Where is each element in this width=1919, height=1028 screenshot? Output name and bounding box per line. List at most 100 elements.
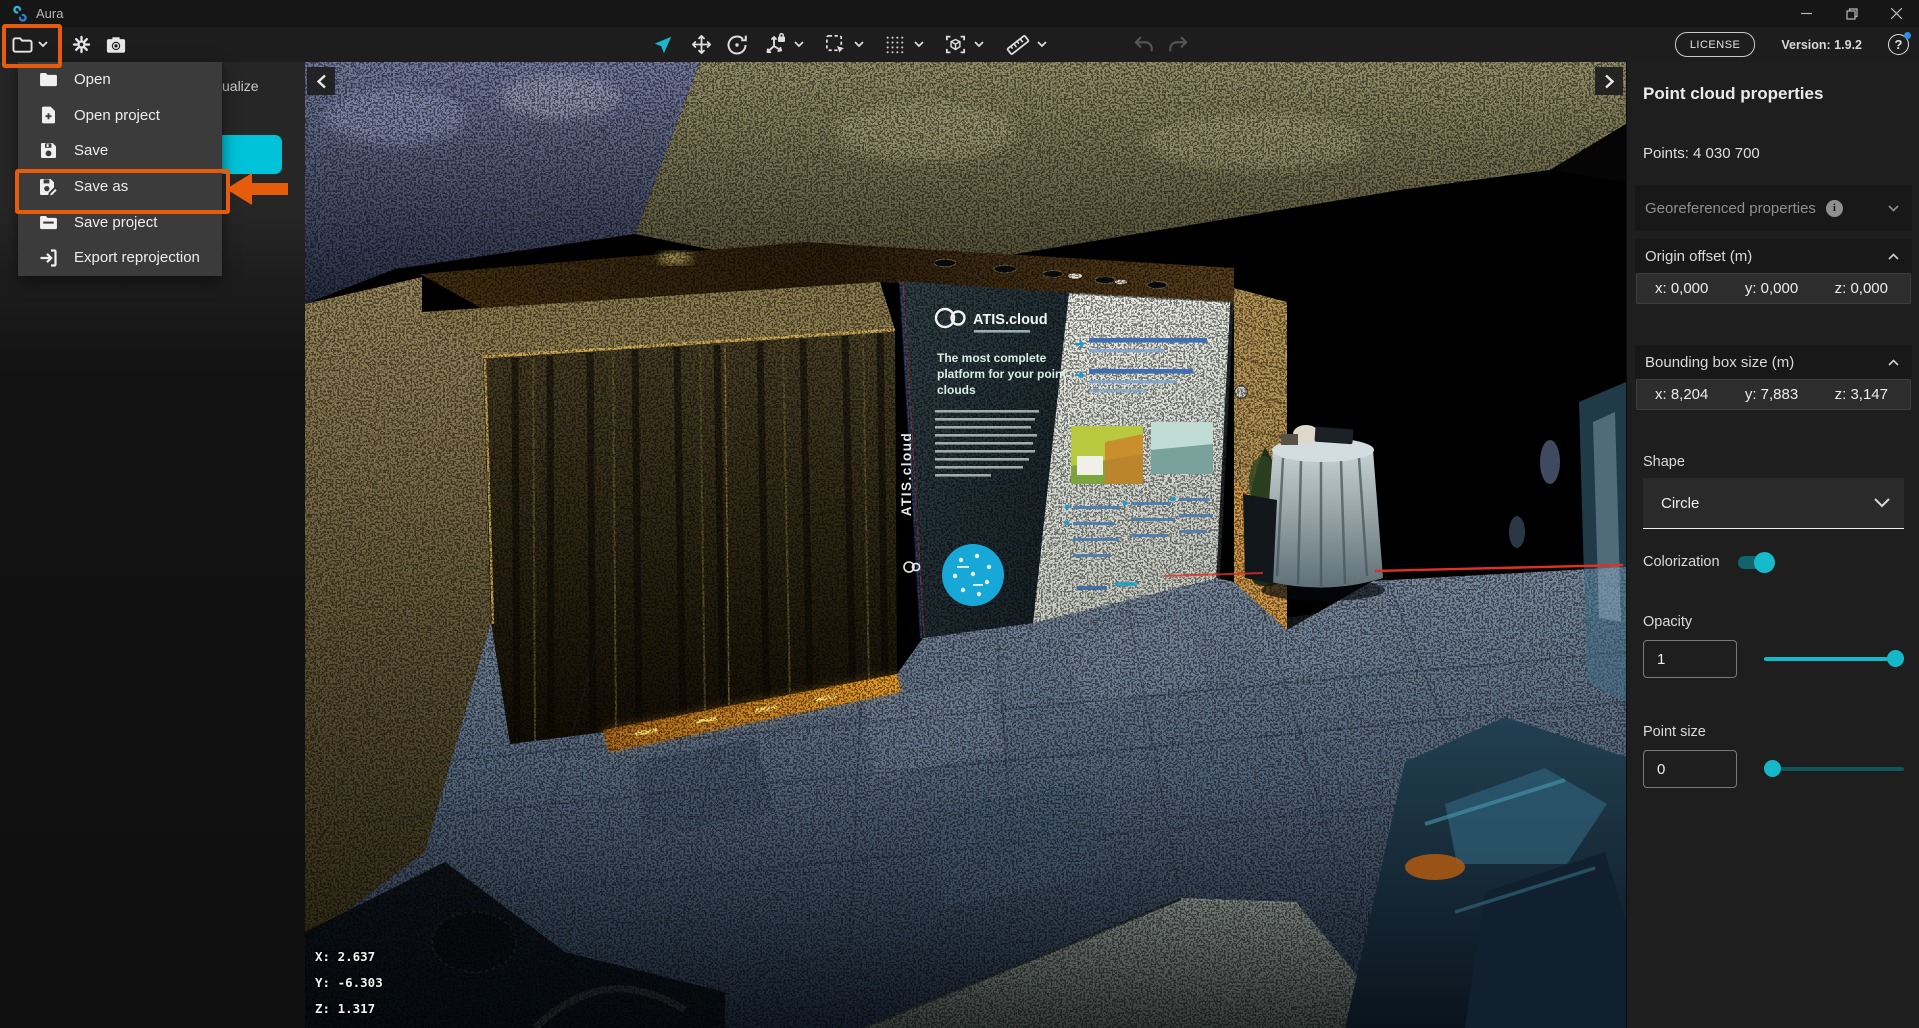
colorization-label: Colorization — [1643, 554, 1720, 570]
gear-icon — [72, 35, 91, 54]
opacity-input[interactable] — [1643, 640, 1737, 678]
settings-button[interactable] — [68, 27, 94, 62]
origin-offset-label: Origin offset (m) — [1645, 248, 1752, 265]
chevron-down-icon — [794, 41, 804, 48]
redo-button[interactable] — [1167, 35, 1189, 55]
point-size-input[interactable] — [1643, 750, 1737, 788]
bbox-y: y: 7,883 — [1745, 386, 1798, 403]
point-size-slider[interactable] — [1764, 760, 1904, 778]
shape-value: Circle — [1661, 495, 1699, 512]
version-label: Version: 1.9.2 — [1781, 38, 1862, 52]
svg-text:clouds: clouds — [937, 383, 976, 397]
opacity-slider-knob[interactable] — [1887, 650, 1904, 667]
minimize-button[interactable] — [1784, 0, 1829, 27]
collapse-left-panel-button[interactable] — [307, 67, 335, 95]
close-button[interactable] — [1874, 0, 1919, 27]
colorization-toggle[interactable] — [1738, 556, 1772, 569]
chevron-left-icon — [316, 74, 327, 89]
help-button[interactable]: ? — [1888, 34, 1909, 55]
save-icon — [38, 142, 58, 159]
camera-icon — [106, 36, 126, 54]
notification-dot — [1904, 32, 1911, 39]
origin-offset-values: x: 0,000 y: 0,000 z: 0,000 — [1636, 273, 1911, 304]
annotation-box-save-as — [15, 169, 230, 214]
origin-z: z: 0,000 — [1835, 280, 1888, 297]
screenshot-button[interactable] — [102, 27, 130, 62]
menu-item-export-reprojection[interactable]: Export reprojection — [18, 240, 222, 276]
chevron-down-icon — [1888, 199, 1899, 217]
orbit-tool-button[interactable] — [725, 33, 749, 57]
info-icon[interactable]: i — [1826, 200, 1843, 217]
opacity-label: Opacity — [1643, 614, 1692, 630]
toolbar: LICENSE Version: 1.9.2 ? — [0, 27, 1919, 63]
cocktail-table — [1261, 425, 1385, 601]
point-cloud-scene: ATIS.cloud The most complete platform fo… — [305, 62, 1626, 1028]
bounding-box-values: x: 8,204 y: 7,883 z: 3,147 — [1636, 379, 1911, 410]
section-bounding-box[interactable]: Bounding box size (m) — [1635, 345, 1912, 379]
origin-x: x: 0,000 — [1655, 280, 1708, 297]
pan-tool-button[interactable] — [690, 33, 713, 56]
properties-panel: Point cloud properties Points: 4 030 700… — [1626, 62, 1919, 1028]
navigation-arrow-icon — [652, 34, 674, 56]
density-tool-button[interactable] — [884, 34, 924, 56]
chevron-right-icon — [1604, 74, 1615, 89]
point-size-slider-knob[interactable] — [1764, 760, 1781, 777]
annotation-box-file-button — [2, 24, 62, 68]
measure-tool-button[interactable] — [1006, 33, 1047, 57]
focus-tool-button[interactable] — [944, 33, 984, 56]
points-count: Points: 4 030 700 — [1643, 145, 1760, 162]
panel-title: Point cloud properties — [1643, 84, 1823, 104]
svg-text:The most complete: The most complete — [937, 351, 1047, 365]
view-tools — [652, 27, 1189, 62]
ruler-icon — [1006, 33, 1030, 57]
app-title: Aura — [36, 6, 63, 21]
point-size-label: Point size — [1643, 724, 1706, 740]
coord-y: Y: -6.303 — [315, 970, 383, 996]
move-icon — [690, 33, 713, 56]
tab-visualize-partial[interactable]: ualize — [222, 78, 259, 94]
svg-text:platform for your point: platform for your point — [937, 367, 1066, 381]
undo-button[interactable] — [1133, 35, 1155, 55]
opacity-slider[interactable] — [1764, 650, 1904, 668]
chevron-down-icon — [1874, 495, 1890, 512]
chevron-up-icon — [1888, 353, 1899, 371]
section-georeferenced[interactable]: Georeferenced properties i — [1635, 185, 1912, 231]
collapse-right-panel-button[interactable] — [1595, 67, 1623, 95]
bbox-z: z: 3,147 — [1835, 386, 1888, 403]
banner-vertical-brand: ATIS.cloud — [899, 432, 914, 517]
folder-save-icon — [38, 215, 58, 230]
viewport-3d[interactable]: ATIS.cloud The most complete platform fo… — [305, 62, 1626, 1028]
title-bar: Aura — [0, 0, 1919, 28]
section-origin-offset[interactable]: Origin offset (m) — [1635, 239, 1912, 273]
license-button[interactable]: LICENSE — [1675, 32, 1756, 57]
chevron-down-icon — [1037, 41, 1047, 48]
select-area-icon — [824, 33, 847, 56]
shape-label: Shape — [1643, 454, 1685, 470]
bounding-box-label: Bounding box size (m) — [1645, 354, 1794, 371]
menu-item-open-project[interactable]: Open project — [18, 98, 222, 134]
banner-brand-text: ATIS.cloud — [973, 312, 1048, 328]
menu-item-save[interactable]: Save — [18, 133, 222, 169]
rotate-icon — [725, 33, 749, 57]
georeferenced-label: Georeferenced properties — [1645, 200, 1816, 217]
restore-button[interactable] — [1829, 0, 1874, 27]
chevron-up-icon — [1888, 247, 1899, 265]
annotation-arrow — [226, 170, 288, 208]
coord-x: X: 2.637 — [315, 944, 383, 970]
axes-lock-icon — [763, 33, 787, 57]
redo-icon — [1167, 35, 1189, 55]
folder-open-icon — [38, 72, 58, 87]
undo-icon — [1133, 35, 1155, 55]
selection-tool-button[interactable] — [824, 33, 864, 56]
point-grid-icon — [884, 34, 906, 56]
cursor-coordinates: X: 2.637 Y: -6.303 Z: 1.317 — [315, 944, 383, 1022]
app-window: Aura — [0, 0, 1919, 1028]
navigate-tool-button[interactable] — [652, 34, 674, 56]
coord-z: Z: 1.317 — [315, 996, 383, 1022]
file-plus-icon — [38, 106, 58, 124]
shape-select[interactable]: Circle — [1643, 478, 1904, 529]
transform-tool-button[interactable] — [763, 33, 804, 57]
origin-y: y: 0,000 — [1745, 280, 1798, 297]
toggle-knob — [1754, 552, 1775, 573]
chevron-down-icon — [914, 41, 924, 48]
